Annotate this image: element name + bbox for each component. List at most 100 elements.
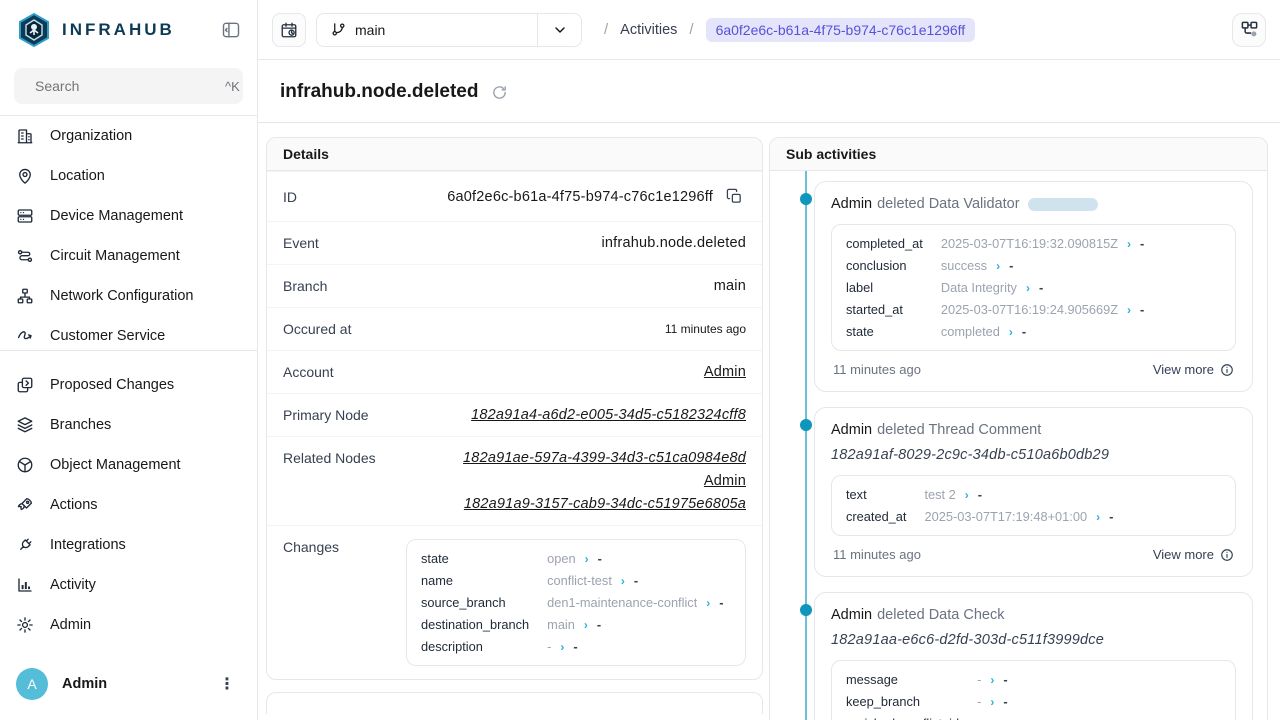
breadcrumb-separator: / [689,21,693,38]
schema-visualizer-button[interactable] [1232,13,1266,47]
copy-icon[interactable] [723,185,746,208]
sub-activities-timeline: Admin deleted Data Validator completed_a… [770,171,1267,720]
rocket-icon [16,496,34,514]
breadcrumb: / Activities / 6a0f2e6c-b61a-4f75-b974-c… [604,18,1222,42]
sidebar-item-branches[interactable]: Branches [0,405,257,445]
sidebar-item-label: Integrations [50,537,126,553]
brand-name: INFRAHUB [62,20,219,40]
time-travel-button[interactable] [272,13,306,47]
card-action: deleted Data Validator [877,196,1019,212]
main-content: infrahub.node.deleted Details ID [258,60,1280,720]
sidebar-item-customer-service[interactable]: Customer Service [0,316,257,350]
primary-node-link[interactable]: 182a91a4-a6d2-e005-34d5-c5182324cff8 [471,407,746,423]
chevron-right-icon: › [990,673,994,687]
sidebar-item-label: Organization [50,128,132,144]
sidebar-item-label: Device Management [50,208,183,224]
sidebar-item-proposed-changes[interactable]: Proposed Changes [0,365,257,405]
search-input[interactable] [35,78,216,94]
card-node-id: 182a91aa-e6c6-d2fd-303d-c511f3999dce [831,632,1236,648]
breadcrumb-separator: / [604,21,608,38]
proposed-changes-icon [16,376,34,394]
user-menu-kebab-icon[interactable]: ⋮ [213,672,241,696]
related-node-link[interactable]: 182a91a9-3157-cab9-34dc-c51975e6805a [464,496,746,512]
card-timestamp: 11 minutes ago [833,362,921,377]
timeline-row: Admin deleted Thread Comment 182a91af-80… [770,407,1253,592]
user-row: A Admin ⋮ [0,656,257,720]
card-timestamp: 11 minutes ago [833,547,921,562]
related-node-link[interactable]: Admin [704,473,746,489]
branch-name: main [355,22,385,38]
sub-activity-card: Admin deleted Data Validator completed_a… [814,181,1253,392]
details-row-account: Account Admin [267,350,762,393]
sidebar: INFRAHUB ^K Organization [0,0,258,720]
map-pin-icon [16,167,34,185]
chevron-right-icon: › [584,618,588,632]
details-row-event: Event infrahub.node.deleted [267,221,762,264]
view-more-button[interactable]: View more [1153,547,1234,562]
sidebar-nav-group-1: Organization Location Device Management … [0,116,257,350]
chevron-right-icon: › [706,596,710,610]
chevron-right-icon: › [621,574,625,588]
breadcrumb-event-id-chip[interactable]: 6a0f2e6c-b61a-4f75-b974-c76c1e1296ff [706,18,976,42]
git-branch-icon [331,22,346,37]
chevron-right-icon: › [965,488,969,502]
sidebar-item-label: Network Configuration [50,288,193,304]
chevron-right-icon: › [585,552,589,566]
chevron-right-icon: › [996,259,1000,273]
breadcrumb-activities-link[interactable]: Activities [620,22,677,38]
details-panel-title: Details [267,138,762,171]
sidebar-collapse-icon[interactable] [219,18,243,42]
next-panel-top-edge [266,692,763,714]
details-row-occured-at: Occured at 11 minutes ago [267,307,762,350]
sub-activity-card: Admin deleted Thread Comment 182a91af-80… [814,407,1253,577]
sidebar-item-actions[interactable]: Actions [0,485,257,525]
sidebar-item-admin[interactable]: Admin [0,605,257,645]
sidebar-item-label: Customer Service [50,328,165,344]
building-icon [16,127,34,145]
page-title: infrahub.node.deleted [280,81,478,103]
event-name-value: infrahub.node.deleted [602,235,747,251]
sidebar-item-device-management[interactable]: Device Management [0,196,257,236]
sidebar-item-label: Object Management [50,457,181,473]
branch-selector[interactable]: main [316,13,582,47]
details-panel: Details ID 6a0f2e6c-b61a-4f75-b974-c76c1… [266,137,763,680]
sidebar-item-label: Proposed Changes [50,377,174,393]
related-node-link[interactable]: 182a91ae-597a-4399-34d3-c51ca0984e8d [463,450,746,466]
logo-row: INFRAHUB [0,0,257,58]
branch-value: main [714,278,746,294]
card-action: deleted Thread Comment [877,422,1041,438]
sub-activities-panel: Sub activities Admin deleted Data Valida… [769,137,1268,720]
details-row-changes: Changes state open›- name conflict-test›… [267,525,762,679]
title-row: infrahub.node.deleted [258,60,1280,123]
card-properties: completed_at 2025-03-07T16:19:32.090815Z… [831,224,1236,351]
sidebar-item-network-configuration[interactable]: Network Configuration [0,276,257,316]
sidebar-item-label: Circuit Management [50,248,180,264]
branch-dropdown-toggle[interactable] [537,14,581,46]
refresh-icon[interactable] [491,84,508,101]
server-icon [16,207,34,225]
sub-activities-title: Sub activities [770,138,1267,171]
sidebar-item-integrations[interactable]: Integrations [0,525,257,565]
sidebar-item-activity[interactable]: Activity [0,565,257,605]
sidebar-item-circuit-management[interactable]: Circuit Management [0,236,257,276]
customer-service-icon [16,327,34,345]
user-name: Admin [62,676,199,692]
redacted-badge [1028,198,1098,211]
sidebar-item-organization[interactable]: Organization [0,116,257,156]
plug-icon [16,536,34,554]
search-box[interactable]: ^K [14,68,243,104]
account-link[interactable]: Admin [704,364,746,380]
timeline-row: Admin deleted Data Validator completed_a… [770,181,1253,407]
sidebar-item-object-management[interactable]: Object Management [0,445,257,485]
card-action: deleted Data Check [877,607,1004,623]
sub-activity-card: Admin deleted Data Check 182a91aa-e6c6-d… [814,592,1253,720]
details-row-primary-node: Primary Node 182a91a4-a6d2-e005-34d5-c51… [267,393,762,436]
sidebar-item-location[interactable]: Location [0,156,257,196]
occured-at-value: 11 minutes ago [665,322,746,336]
view-more-button[interactable]: View more [1153,362,1234,377]
chevron-right-icon: › [1096,510,1100,524]
chevron-right-icon: › [1009,325,1013,339]
search-shortcut: ^K [225,79,240,94]
circuit-icon [16,247,34,265]
bar-chart-icon [16,576,34,594]
